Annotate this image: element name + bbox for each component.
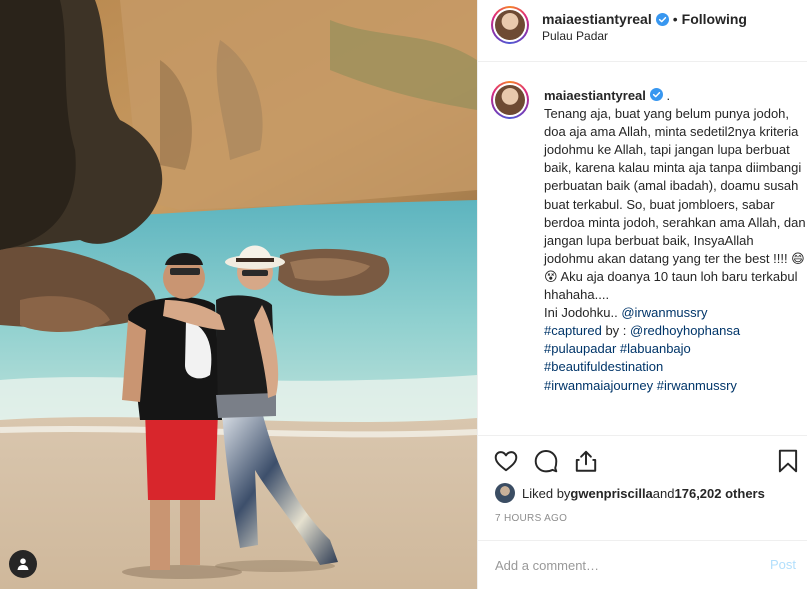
liked-by-user[interactable]: gwenpriscilla [570, 486, 652, 501]
user-tag-icon[interactable] [9, 550, 37, 578]
post-photo[interactable] [0, 0, 477, 589]
hashtag-captured[interactable]: #captured [544, 323, 602, 338]
share-icon[interactable] [573, 448, 599, 474]
caption-captured-by: by : [601, 323, 631, 339]
caption-author-username[interactable]: maiaestiantyreal [544, 88, 646, 103]
mention-irwanmussry[interactable]: @irwanmussry [621, 305, 707, 320]
instagram-post-view: maiaestiantyreal • Following Pulau Padar… [0, 0, 807, 589]
hashtag-labuanbajo[interactable]: #labuanbajo [620, 341, 691, 356]
likes-count-link[interactable]: 176,202 others [675, 486, 765, 501]
liker-avatar[interactable] [495, 483, 515, 503]
verified-badge-icon [649, 88, 663, 101]
hashtag-pulaupadar[interactable]: #pulaupadar [544, 341, 616, 356]
hashtag-irwanmaiajourney[interactable]: #irwanmaiajourney [544, 378, 653, 393]
comment-box: Post [478, 540, 807, 589]
hashtag-beautifuldestination[interactable]: #beautifuldestination [544, 359, 663, 374]
comment-bubble-icon[interactable] [533, 448, 559, 474]
following-button[interactable]: Following [682, 11, 747, 27]
verified-badge-icon [655, 12, 669, 26]
comment-input[interactable] [495, 555, 735, 575]
post-header: maiaestiantyreal • Following Pulau Padar [478, 0, 807, 62]
heart-icon[interactable] [493, 448, 519, 474]
caption-author-avatar[interactable] [491, 81, 529, 119]
liked-by-prefix: Liked by [522, 485, 571, 501]
mention-redhoyhophansa[interactable]: @redhoyhophansa [630, 323, 740, 338]
caption-jodohku: Ini Jodohku.. [544, 305, 622, 321]
post-comment-button[interactable]: Post [770, 557, 796, 572]
liked-by-and: and [652, 485, 675, 501]
post-side-panel: maiaestiantyreal • Following Pulau Padar… [477, 0, 807, 589]
bookmark-icon[interactable] [775, 448, 801, 474]
likes-summary: Liked by gwenpriscilla and 176,202 other… [495, 483, 765, 503]
separator-dot: • [672, 11, 678, 27]
post-actions: Liked by gwenpriscilla and 176,202 other… [478, 435, 807, 531]
author-avatar[interactable] [491, 6, 529, 44]
caption-suffix: . [662, 88, 671, 103]
beach-couple-photo [0, 0, 477, 589]
post-timestamp[interactable]: 7 HOURS AGO [495, 513, 567, 524]
caption-area: maiaestiantyreal . Tenang aja, buat yang… [478, 63, 807, 433]
author-username[interactable]: maiaestiantyreal [542, 11, 652, 27]
caption-text: maiaestiantyreal . Tenang aja, buat yang… [544, 87, 806, 395]
hashtag-irwanmussry[interactable]: #irwanmussry [657, 378, 737, 393]
location-link[interactable]: Pulau Padar [542, 29, 608, 43]
caption-body: Tenang aja, buat yang belum punya jodoh,… [544, 106, 806, 303]
